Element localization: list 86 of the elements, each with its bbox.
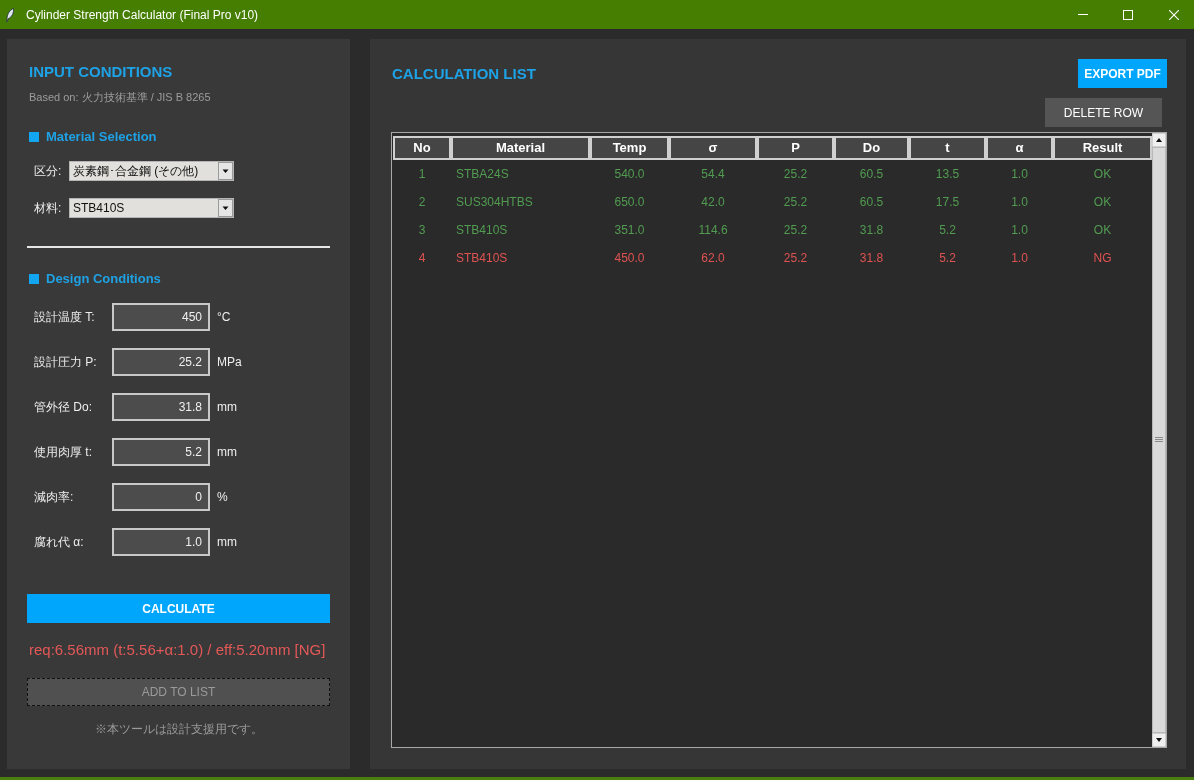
table-cell-text: 650.0 — [614, 194, 645, 211]
section-title: Design Conditions — [46, 270, 161, 288]
table-cell-text: 1.0 — [1011, 166, 1028, 183]
table-cell-text: 31.8 — [859, 222, 884, 239]
table-cell-text: SUS304HTBS — [456, 194, 533, 211]
unit-label: mm — [217, 399, 237, 416]
unit-label: mm — [217, 444, 237, 461]
column-header[interactable]: No — [393, 136, 451, 160]
number-field[interactable]: 450 — [112, 303, 210, 331]
scroll-down-icon[interactable] — [1152, 733, 1166, 747]
panel-title: INPUT CONDITIONS — [29, 62, 173, 82]
unit-label: MPa — [217, 354, 242, 371]
field-label: 区分: — [34, 163, 63, 180]
column-header[interactable]: α — [986, 136, 1053, 160]
table-cell-text: 5.2 — [939, 250, 956, 267]
section-title: Material Selection — [46, 128, 157, 146]
table-cell-text: 62.0 — [701, 250, 725, 267]
table-cell-text: 25.2 — [783, 250, 808, 267]
delete-row-button[interactable]: DELETE ROW — [1045, 98, 1162, 127]
table-cell-text: 3 — [418, 222, 426, 239]
column-header[interactable]: t — [909, 136, 986, 160]
close-icon[interactable] — [1169, 9, 1179, 20]
panel-title: CALCULATION LIST — [392, 63, 536, 84]
unit-label: °C — [217, 309, 231, 326]
square-bullet-icon — [29, 132, 39, 142]
window-title: Cylinder Strength Calculator (Final Pro v10) — [26, 6, 259, 24]
table-cell-text: STB410S — [456, 250, 508, 267]
column-header[interactable]: P — [757, 136, 834, 160]
disclaimer-note: ※本ツールは設計支援用です。 — [94, 721, 263, 737]
table-cell-text: 1.0 — [1011, 194, 1028, 211]
table-cell-text: 450.0 — [614, 250, 645, 267]
table-cell-text: 5.2 — [939, 222, 956, 239]
table-cell-text: NG — [1093, 250, 1112, 267]
column-header[interactable]: Material — [451, 136, 590, 160]
table-cell-text: 1.0 — [1011, 250, 1028, 267]
table-cell-text: OK — [1093, 194, 1112, 211]
table-cell-text: 4 — [418, 250, 426, 267]
field-label: 材料: — [34, 200, 63, 217]
table-cell-text: 13.5 — [935, 166, 960, 183]
square-bullet-icon — [29, 274, 39, 284]
result-text: req:6.56mm (t:5.56+α:1.0) / eff:5.20mm [NG] — [29, 640, 326, 660]
grip-lines-icon — [1155, 437, 1163, 443]
standard-reference: Based on: 火力技術基準 / JIS B 8265 — [29, 90, 211, 104]
table-cell-text: 351.0 — [614, 222, 645, 239]
field-label: 使用肉厚 t: — [34, 444, 93, 461]
column-header[interactable]: Result — [1053, 136, 1152, 160]
field-label: 管外径 Do: — [34, 399, 93, 416]
table-cell-text: 60.5 — [859, 166, 884, 183]
table-cell-text: 1 — [418, 166, 426, 183]
table-cell-text: 54.4 — [701, 166, 725, 183]
number-field[interactable]: 1.0 — [112, 528, 210, 556]
table-cell-text: 31.8 — [859, 250, 884, 267]
maximize-icon[interactable] — [1123, 9, 1133, 20]
unit-label: % — [217, 489, 228, 506]
dropdown[interactable]: STB410S — [69, 198, 234, 218]
dropdown[interactable]: 炭素鋼･合金鋼 (その他) — [69, 161, 234, 181]
table-cell-text: OK — [1093, 166, 1112, 183]
table-cell-text: 114.6 — [698, 222, 728, 239]
number-field[interactable]: 5.2 — [112, 438, 210, 466]
column-header[interactable]: σ — [669, 136, 757, 160]
table-cell-text: 540.0 — [614, 166, 645, 183]
table-cell-text: 25.2 — [783, 222, 808, 239]
column-header[interactable]: Temp — [590, 136, 669, 160]
number-field[interactable]: 25.2 — [112, 348, 210, 376]
table-cell-text: STB410S — [456, 222, 508, 239]
table-cell-text: STBA24S — [456, 166, 509, 183]
field-label: 腐れ代 α: — [34, 534, 85, 551]
number-field[interactable]: 0 — [112, 483, 210, 511]
caret-down-icon[interactable] — [218, 199, 233, 217]
table-cell-text: 60.5 — [859, 194, 884, 211]
field-label: 設計温度 T: — [34, 309, 96, 326]
scroll-up-icon[interactable] — [1152, 133, 1166, 147]
unit-label: mm — [217, 534, 237, 551]
caret-down-icon[interactable] — [218, 162, 233, 180]
table-cell-text: 25.2 — [783, 166, 808, 183]
table-cell-text: OK — [1093, 222, 1112, 239]
table-cell-text: 25.2 — [783, 194, 808, 211]
table-cell-text: 17.5 — [935, 194, 960, 211]
table-cell-text: 1.0 — [1011, 222, 1028, 239]
table-cell-text: 42.0 — [701, 194, 725, 211]
column-header[interactable]: Do — [834, 136, 909, 160]
field-label: 減肉率: — [34, 489, 75, 506]
number-field[interactable]: 31.8 — [112, 393, 210, 421]
field-label: 設計圧力 P: — [34, 354, 98, 371]
table-cell-text: 2 — [418, 194, 426, 211]
feather-icon — [6, 7, 14, 22]
